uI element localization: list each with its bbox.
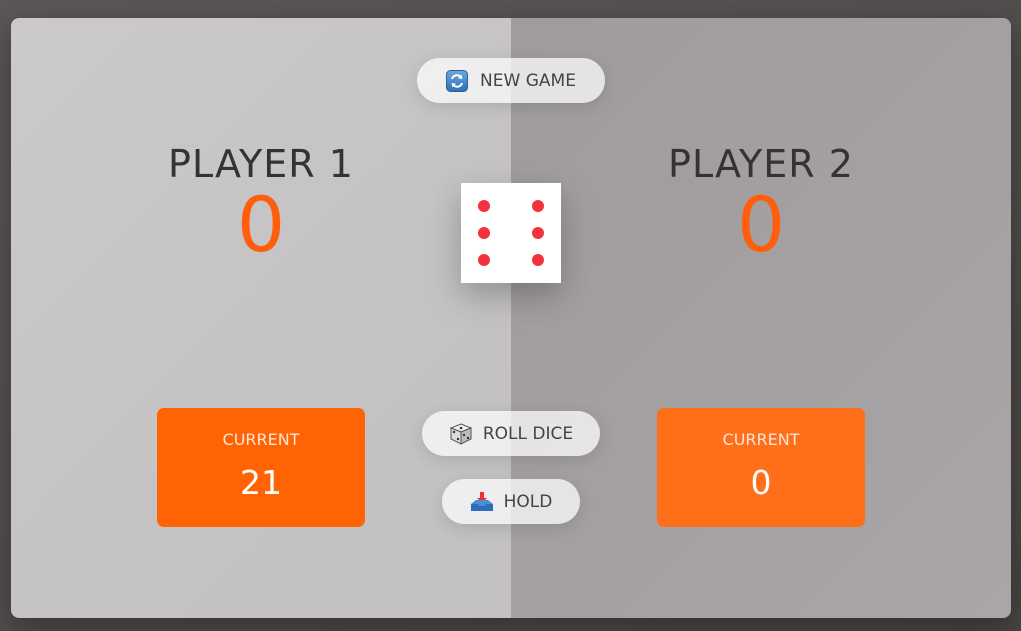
refresh-icon [446,69,469,92]
game-board: PLAYER 1 0 CURRENT 21 PLAYER 2 0 CURRENT… [11,18,1011,618]
player-2-score: 0 [736,180,786,269]
player-1-panel: PLAYER 1 0 CURRENT 21 [11,18,511,618]
player-2-panel: PLAYER 2 0 CURRENT 0 [511,18,1011,618]
dice-pip [478,254,490,266]
dice-icon [449,422,473,445]
hold-button[interactable]: HOLD [442,479,580,524]
inbox-tray-icon [470,491,493,513]
player-1-score: 0 [236,180,286,269]
player-2-name: PLAYER 2 [668,141,854,186]
new-game-label: NEW GAME [480,70,576,91]
new-game-button[interactable]: NEW GAME [417,58,605,103]
dice-pip [532,227,544,239]
dice-pip [478,227,490,239]
dice-pip [532,200,544,212]
dice [461,183,561,283]
player-2-current-score: 0 [750,463,772,502]
player-1-current-box: CURRENT 21 [157,408,365,527]
player-2-current-box: CURRENT 0 [657,408,865,527]
dice-pip [532,254,544,266]
hold-label: HOLD [503,491,553,512]
player-2-current-label: CURRENT [722,430,800,449]
roll-dice-button[interactable]: ROLL DICE [422,411,600,456]
dice-pip [478,200,490,212]
roll-dice-label: ROLL DICE [482,423,574,444]
player-1-current-label: CURRENT [222,430,300,449]
player-1-name: PLAYER 1 [168,141,354,186]
player-1-current-score: 21 [240,463,282,502]
